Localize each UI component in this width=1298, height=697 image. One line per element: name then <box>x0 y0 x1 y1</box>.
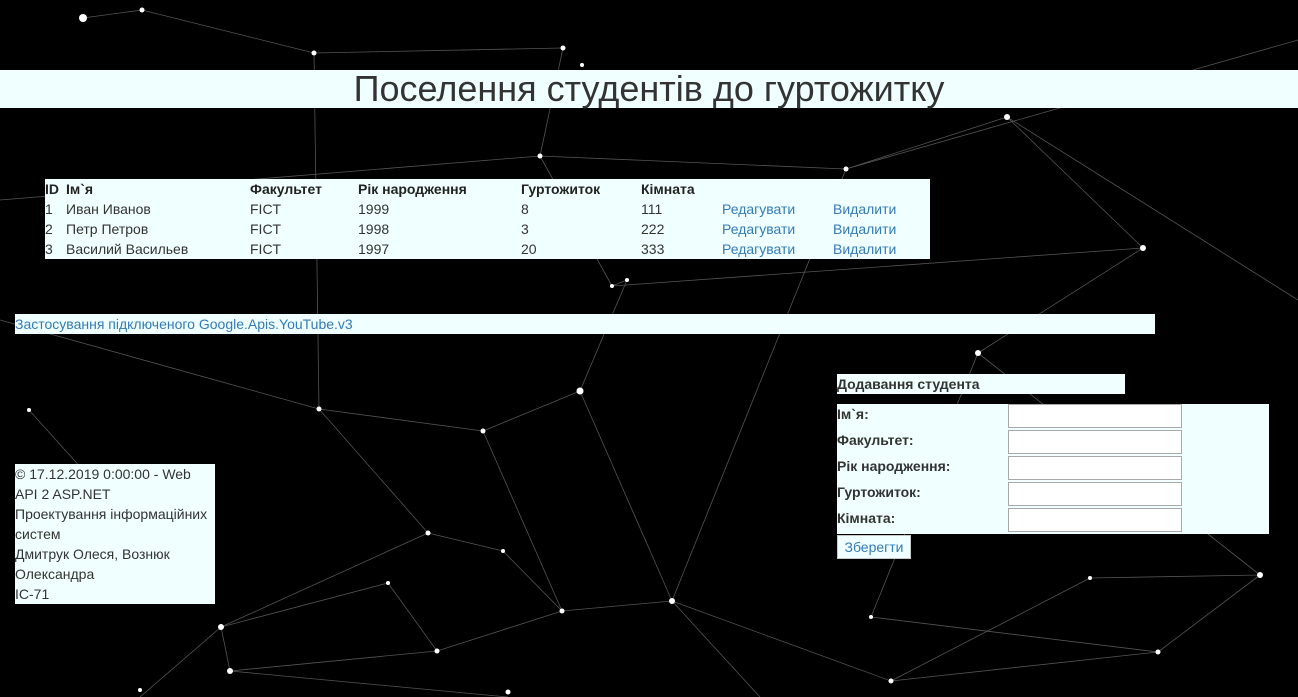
column-header-delete <box>833 179 930 199</box>
cell-id: 1 <box>45 201 53 217</box>
cell-birth-year: 1999 <box>358 201 390 217</box>
name-label: Ім`я: <box>837 406 869 422</box>
column-header-faculty: Факультет <box>250 181 322 197</box>
form-row-birth-year: Рік народження: <box>837 456 1269 482</box>
save-button[interactable]: Зберегти <box>837 535 911 559</box>
form-row-faculty: Факультет: <box>837 430 1269 456</box>
birth-year-label: Рік народження: <box>837 458 951 474</box>
footer-course: Проектування інформаційних систем <box>15 506 208 542</box>
column-header-room: Кімната <box>641 181 695 197</box>
delete-link[interactable]: Видалити <box>833 201 896 217</box>
youtube-link-bar: Застосування підключеного Google.Apis.Yo… <box>15 314 1155 334</box>
name-input[interactable] <box>1008 404 1182 428</box>
dorm-label: Гуртожиток: <box>837 484 921 500</box>
table-row: 1 Иван Иванов FICT 1999 8 111 Редагувати… <box>45 199 930 219</box>
cell-dorm: 3 <box>521 221 529 237</box>
cell-birth-year: 1998 <box>358 221 390 237</box>
form-row-name: Ім`я: <box>837 404 1269 430</box>
footer-copyright: © 17.12.2019 0:00:00 - Web API 2 ASP.NET <box>15 466 191 502</box>
footer-authors: Дмитрук Олеся, Вознюк Олександра <box>15 546 170 582</box>
page-header: Поселення студентів до гуртожитку <box>0 68 1298 109</box>
edit-link[interactable]: Редагувати <box>722 221 795 237</box>
column-header-edit <box>722 179 833 199</box>
page-title: Поселення студентів до гуртожитку <box>353 68 945 109</box>
cell-faculty: FICT <box>250 221 282 237</box>
faculty-label: Факультет: <box>837 432 914 448</box>
faculty-input[interactable] <box>1008 430 1182 454</box>
cell-room: 222 <box>641 221 665 237</box>
table-row: 2 Петр Петров FICT 1998 3 222 Редагувати… <box>45 219 930 239</box>
cell-dorm: 20 <box>521 241 537 257</box>
students-table: ID Ім`я Факультет Рік народження Гуртожи… <box>45 179 930 259</box>
cell-id: 2 <box>45 221 53 237</box>
youtube-api-link[interactable]: Застосування підключеного Google.Apis.Yo… <box>15 316 353 332</box>
table-row: 3 Василий Васильев FICT 1997 20 333 Реда… <box>45 239 930 259</box>
students-table-panel: ID Ім`я Факультет Рік народження Гуртожи… <box>45 179 930 259</box>
cell-faculty: FICT <box>250 201 282 217</box>
cell-dorm: 8 <box>521 201 529 217</box>
add-student-form: Ім`я: Факультет: Рік народження: Гуртожи… <box>837 404 1269 534</box>
cell-name: Василий Васильев <box>66 241 189 257</box>
room-input[interactable] <box>1008 508 1182 532</box>
footer: © 17.12.2019 0:00:00 - Web API 2 ASP.NET… <box>15 464 215 604</box>
form-row-dorm: Гуртожиток: <box>837 482 1269 508</box>
footer-group: ІС-71 <box>15 586 50 602</box>
cell-name: Иван Иванов <box>66 201 151 217</box>
form-row-room: Кімната: <box>837 508 1269 534</box>
table-header-row: ID Ім`я Факультет Рік народження Гуртожи… <box>45 179 930 199</box>
delete-link[interactable]: Видалити <box>833 221 896 237</box>
birth-year-input[interactable] <box>1008 456 1182 480</box>
room-label: Кімната: <box>837 510 896 526</box>
cell-birth-year: 1997 <box>358 241 390 257</box>
cell-room: 111 <box>641 201 663 217</box>
add-student-title: Додавання студента <box>837 374 1125 394</box>
cell-room: 333 <box>641 241 665 257</box>
cell-name: Петр Петров <box>66 221 149 237</box>
cell-faculty: FICT <box>250 241 282 257</box>
column-header-id: ID <box>45 181 59 197</box>
delete-link[interactable]: Видалити <box>833 241 896 257</box>
edit-link[interactable]: Редагувати <box>722 241 795 257</box>
edit-link[interactable]: Редагувати <box>722 201 795 217</box>
column-header-name: Ім`я <box>66 181 94 197</box>
column-header-birth-year: Рік народження <box>358 181 467 197</box>
dorm-input[interactable] <box>1008 482 1182 506</box>
cell-id: 3 <box>45 241 53 257</box>
column-header-dorm: Гуртожиток <box>521 181 601 197</box>
